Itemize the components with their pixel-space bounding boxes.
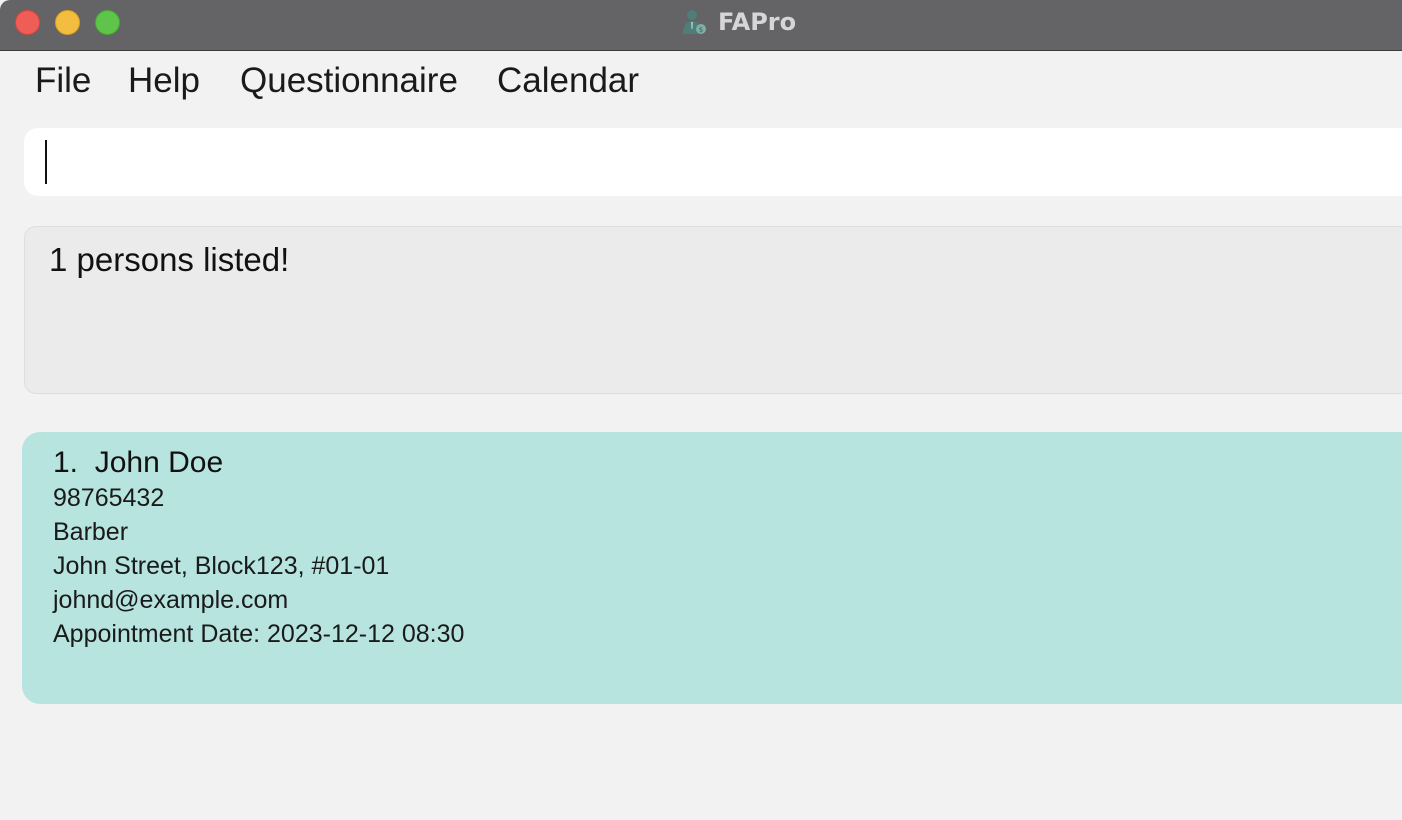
- menu-file[interactable]: File: [35, 61, 91, 101]
- menu-bar: File Help Questionnaire Calendar: [0, 51, 1402, 113]
- svg-text:$: $: [699, 26, 703, 34]
- result-display: 1 persons listed!: [24, 226, 1402, 394]
- menu-help[interactable]: Help: [128, 61, 200, 101]
- result-message: 1 persons listed!: [49, 241, 290, 278]
- person-name: John Doe: [94, 446, 224, 479]
- maximize-window-button[interactable]: [95, 10, 120, 35]
- command-box[interactable]: [24, 128, 1402, 196]
- advisor-person-icon: $: [683, 10, 706, 34]
- person-index: 1.: [53, 446, 79, 479]
- command-input[interactable]: [42, 128, 1402, 196]
- person-address: John Street, Block123, #01-01: [53, 552, 390, 580]
- window-title-group: $ FAPro: [680, 6, 796, 38]
- close-window-button[interactable]: [15, 10, 40, 35]
- person-appointment: Appointment Date: 2023-12-12 08:30: [53, 620, 465, 648]
- person-occupation: Barber: [53, 518, 129, 546]
- title-bar[interactable]: $ FAPro: [0, 0, 1402, 51]
- person-card-header: 1. John Doe: [53, 446, 223, 480]
- app-window: $ FAPro File Help Questionnaire Calendar…: [0, 0, 1402, 820]
- menu-calendar[interactable]: Calendar: [497, 61, 639, 101]
- window-title: FAPro: [718, 8, 797, 36]
- minimize-window-button[interactable]: [55, 10, 80, 35]
- menu-questionnaire[interactable]: Questionnaire: [240, 61, 458, 101]
- person-email: johnd@example.com: [53, 586, 289, 614]
- person-phone: 98765432: [53, 484, 165, 512]
- person-card[interactable]: 1. John Doe 98765432 Barber John Street,…: [22, 432, 1402, 704]
- text-caret: [45, 140, 47, 184]
